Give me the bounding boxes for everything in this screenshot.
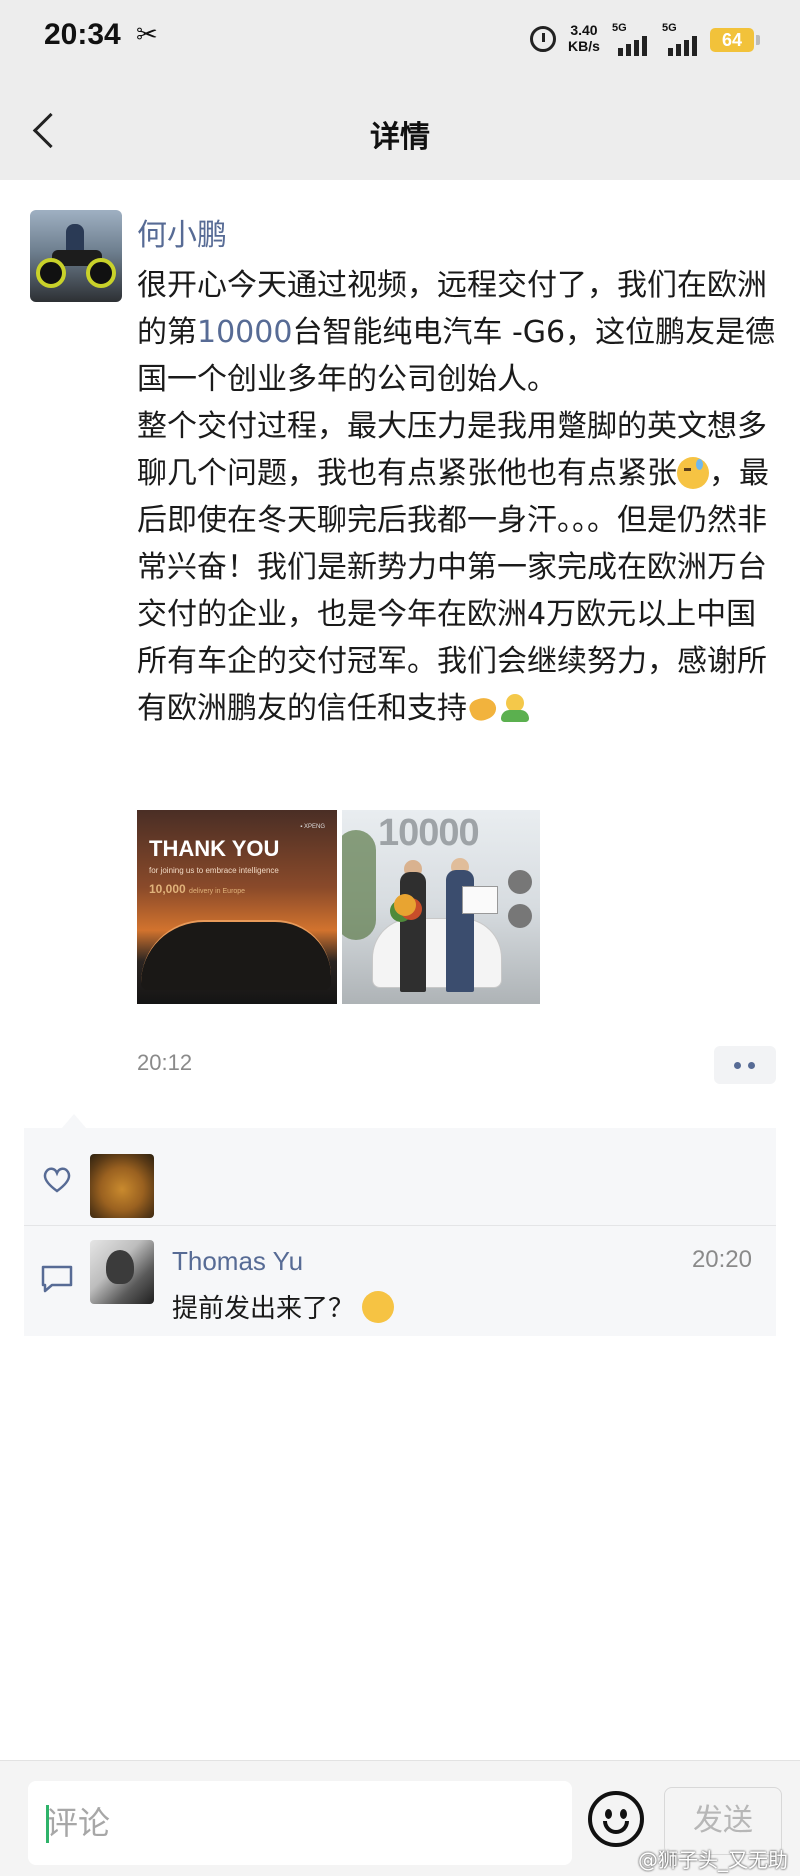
comment-time: 20:20	[691, 1246, 752, 1273]
comment-text-value: 提前发出来了？	[172, 1294, 355, 1324]
page-title: 详情	[370, 120, 430, 155]
header: 详情	[0, 80, 800, 180]
interactions-panel: Thomas Yu 20:20 提前发出来了？	[24, 1114, 776, 1336]
image-number-suffix: delivery in Europe	[189, 888, 246, 895]
post-paragraph-2: 整个交付过程，最大压力是我用蹩脚的英文想多聊几个问题，我也有点紧张他也有点紧张，…	[137, 403, 777, 732]
laugh-cry-emoji-icon	[362, 1291, 395, 1323]
image-number-value: 10,000	[149, 882, 186, 896]
emoji-button[interactable]	[588, 1791, 644, 1847]
sweat-emoji-icon	[677, 457, 709, 489]
post-paragraph-1: 很开心今天通过视频，远程交付了，我们在欧洲的第10000台智能纯电汽车 -G6，…	[137, 262, 777, 403]
post-timestamp: 20:12	[137, 1050, 193, 1075]
image-title: THANK YOU	[149, 836, 280, 861]
post-author[interactable]: 何小鹏	[137, 210, 227, 254]
hug-emoji-icon	[499, 692, 531, 724]
signal-icon: 5G	[662, 22, 710, 56]
transfer-icon: ✂	[136, 20, 158, 50]
clap-emoji-icon	[467, 692, 499, 724]
comment-icon	[41, 1265, 73, 1293]
car-photo	[372, 918, 502, 988]
alarm-icon	[530, 26, 556, 52]
likes-row	[24, 1128, 776, 1226]
like-avatar[interactable]	[90, 1154, 154, 1218]
network-speed: 3.40 KB/s	[568, 22, 600, 54]
signal-icon: 5G	[612, 22, 660, 56]
dot-icon	[748, 1062, 755, 1069]
post-highlight-number[interactable]: 10000	[197, 315, 292, 350]
status-time: 20:34	[44, 18, 121, 51]
post-text-part: 整个交付过程，最大压力是我用蹩脚的英文想多聊几个问题，我也有点紧张他也有点紧张	[137, 409, 767, 491]
text-caret	[46, 1805, 49, 1843]
comment-text: 提前发出来了？	[172, 1288, 395, 1325]
comment-item[interactable]: Thomas Yu 20:20 提前发出来了？	[24, 1226, 776, 1336]
comment-author[interactable]: Thomas Yu	[172, 1246, 303, 1277]
comment-input[interactable]	[28, 1781, 572, 1865]
image-subtitle: for joining us to embrace intelligence	[149, 866, 279, 875]
more-actions-button[interactable]	[714, 1046, 776, 1084]
watermark: @狮子头_又无助	[638, 1848, 788, 1872]
status-bar: 20:34 ✂ 3.40 KB/s 5G 5G 64	[0, 0, 800, 80]
post-text: 很开心今天通过视频，远程交付了，我们在欧洲的第10000台智能纯电汽车 -G6，…	[137, 262, 777, 732]
image-number: 10,000 delivery in Europe	[149, 882, 245, 896]
network-speed-value: 3.40	[570, 22, 598, 38]
image-big-number: 10000	[378, 812, 480, 854]
post-image-thank-you[interactable]: ▪ XPENG THANK YOU for joining us to embr…	[137, 810, 337, 1004]
battery-icon: 64	[710, 28, 760, 52]
heart-icon	[43, 1167, 71, 1193]
comment-avatar[interactable]	[90, 1240, 154, 1304]
car-silhouette	[141, 920, 331, 990]
brand-logo: ▪ XPENG	[300, 824, 325, 830]
post-text-part: ，最后即使在冬天聊完后我都一身汗。。。但是仍然非常兴奋！我们是新势力中第一家完成…	[137, 456, 769, 726]
network-speed-unit: KB/s	[568, 38, 600, 54]
dot-icon	[734, 1062, 741, 1069]
signal-label: 5G	[612, 22, 627, 34]
post-image-delivery-photo[interactable]: 10000	[342, 810, 540, 1004]
signal-label: 5G	[662, 22, 677, 34]
author-avatar[interactable]	[30, 210, 122, 302]
